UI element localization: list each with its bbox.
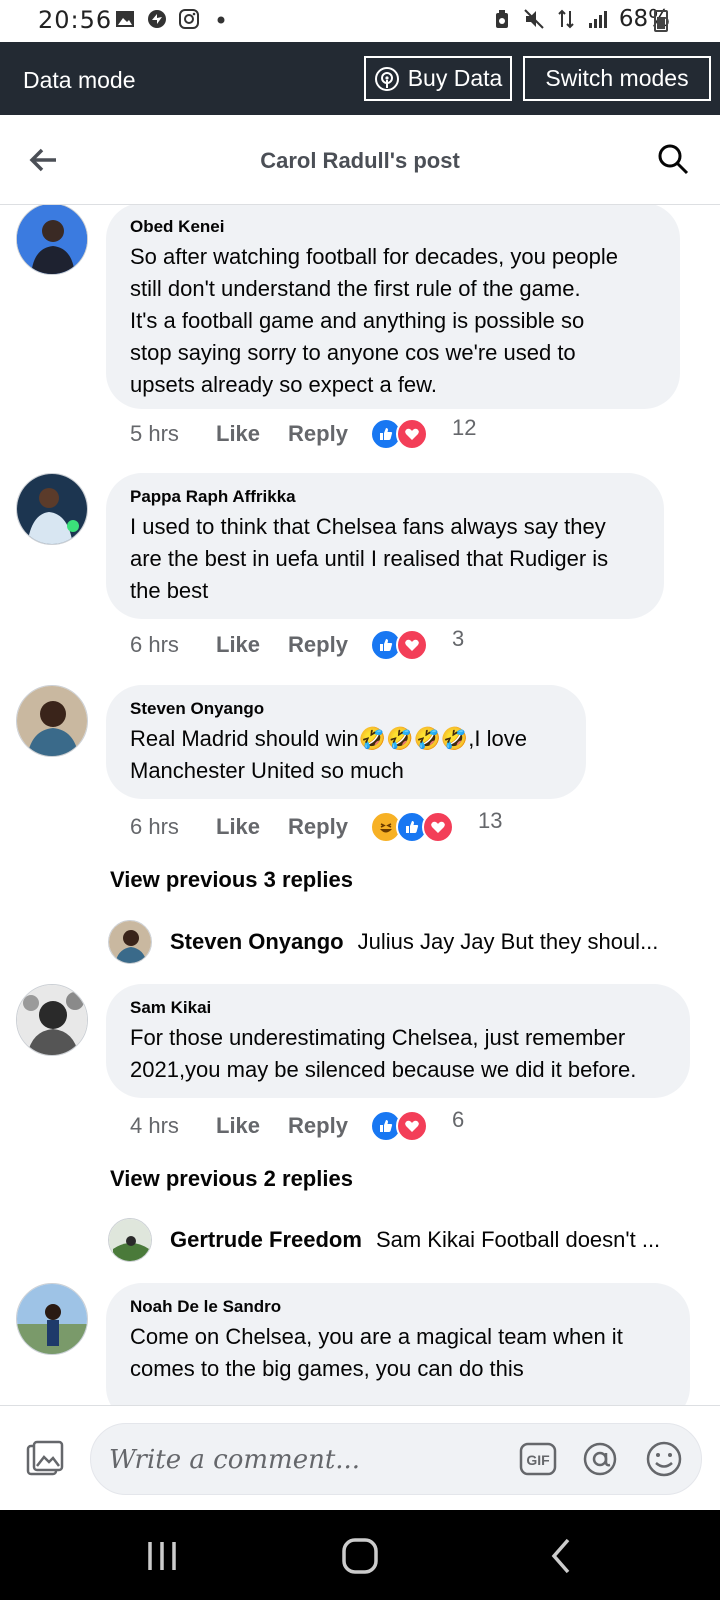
reply-button[interactable]: Reply (288, 421, 348, 447)
avatar[interactable] (108, 1218, 152, 1262)
comment-actions: 4 hrs Like Reply 6 (130, 1107, 465, 1143)
comment-bubble[interactable]: Pappa Raph Affrikka I used to think that… (106, 473, 664, 619)
avatar[interactable] (108, 920, 152, 964)
status-indicators: 68% (491, 6, 670, 32)
comment-composer: GIF (0, 1405, 720, 1510)
status-bar: 20:56 68% (0, 0, 720, 42)
reaction-count: 6 (451, 1107, 465, 1132)
photo-icon[interactable] (26, 1440, 64, 1476)
reply-author[interactable]: Steven Onyango (170, 929, 344, 955)
avatar[interactable] (16, 685, 88, 757)
comment-author[interactable]: Pappa Raph Affrikka (130, 487, 640, 507)
reply-author[interactable]: Gertrude Freedom (170, 1227, 362, 1253)
signal-icon (588, 11, 607, 28)
data-transfer-icon (558, 9, 574, 29)
comment-author[interactable]: Obed Kenei (130, 217, 656, 237)
switch-modes-label: Switch modes (545, 65, 689, 91)
reaction-count: 3 (451, 626, 465, 651)
wireless-icon (374, 66, 399, 91)
app-notification-icon (148, 10, 166, 28)
recent-apps-icon[interactable] (142, 1538, 182, 1574)
comment-text: For those underestimating Chelsea, just … (130, 1025, 637, 1082)
comment-time: 5 hrs (130, 421, 179, 446)
reaction-count: 13 (477, 808, 503, 833)
notification-icons (114, 8, 232, 30)
comment-bubble[interactable]: Noah De le Sandro Come on Chelsea, you a… (106, 1283, 690, 1405)
system-nav-bar (0, 1510, 720, 1600)
view-previous-replies-link[interactable]: View previous 3 replies (110, 867, 353, 893)
post-header: Carol Radull's post (0, 115, 720, 205)
more-notifications-dot-icon (217, 16, 225, 24)
love-reaction-icon (395, 1110, 428, 1142)
gif-button[interactable]: GIF (519, 1440, 557, 1478)
reply-text: Sam Kikai Football doesn't ... (375, 1227, 661, 1252)
comment-time: 6 hrs (130, 814, 179, 839)
data-mode-bar: Data mode Buy Data Switch modes (0, 42, 720, 115)
comment-bubble[interactable]: Sam Kikai For those underestimating Chel… (106, 984, 690, 1098)
comment-text: I used to think that Chelsea fans always… (130, 514, 609, 603)
comment-actions: 6 hrs Like Reply 3 (130, 626, 465, 662)
reactions[interactable]: 13 (369, 808, 503, 843)
comment-text: Come on Chelsea, you are a magical team … (130, 1324, 623, 1381)
search-icon[interactable] (656, 142, 690, 176)
reply-preview[interactable]: Gertrude Freedom Sam Kikai Football does… (108, 1218, 688, 1262)
mention-icon[interactable] (581, 1440, 619, 1478)
reactions[interactable]: 12 (369, 415, 477, 450)
buy-data-button[interactable]: Buy Data (364, 56, 512, 101)
status-time: 20:56 (38, 6, 113, 34)
like-button[interactable]: Like (216, 814, 260, 840)
avatar[interactable] (16, 1283, 88, 1355)
reply-button[interactable]: Reply (288, 814, 348, 840)
love-reaction-icon (421, 811, 454, 843)
back-icon[interactable] (542, 1538, 582, 1574)
mute-icon (524, 9, 544, 29)
home-icon[interactable] (340, 1538, 380, 1574)
comment-author[interactable]: Sam Kikai (130, 998, 666, 1018)
avatar[interactable] (16, 205, 88, 275)
love-reaction-icon (395, 629, 428, 661)
comment-text: Real Madrid should win🤣🤣🤣🤣,I love Manche… (130, 726, 527, 783)
like-button[interactable]: Like (216, 632, 260, 658)
comment-author[interactable]: Noah De le Sandro (130, 1297, 666, 1317)
comment-time: 6 hrs (130, 632, 179, 657)
view-previous-replies-link[interactable]: View previous 2 replies (110, 1166, 353, 1192)
reaction-count: 12 (451, 415, 477, 440)
data-saver-icon (495, 10, 508, 28)
reply-button[interactable]: Reply (288, 632, 348, 658)
data-mode-label: Data mode (23, 67, 136, 93)
battery-icon (654, 10, 668, 32)
gif-label: GIF (526, 1452, 550, 1468)
avatar[interactable] (16, 473, 88, 545)
reply-preview[interactable]: Steven Onyango Julius Jay Jay But they s… (108, 920, 688, 964)
emoji-icon[interactable] (645, 1440, 683, 1478)
reactions[interactable]: 6 (369, 1107, 465, 1142)
comment-time: 4 hrs (130, 1113, 179, 1138)
reply-button[interactable]: Reply (288, 1113, 348, 1139)
like-button[interactable]: Like (216, 1113, 260, 1139)
like-button[interactable]: Like (216, 421, 260, 447)
comment-bubble[interactable]: Steven Onyango Real Madrid should win🤣🤣🤣… (106, 685, 586, 799)
instagram-icon (179, 9, 199, 29)
comments-feed[interactable]: Obed Kenei So after watching football fo… (0, 205, 720, 1405)
page-title: Carol Radull's post (260, 148, 460, 173)
buy-data-label: Buy Data (407, 65, 503, 91)
avatar[interactable] (16, 984, 88, 1056)
comment-author[interactable]: Steven Onyango (130, 699, 562, 719)
reactions[interactable]: 3 (369, 626, 465, 661)
switch-modes-button[interactable]: Switch modes (523, 56, 711, 101)
gallery-icon (116, 11, 134, 27)
comment-bubble[interactable]: Obed Kenei So after watching football fo… (106, 205, 680, 409)
comment-actions: 6 hrs Like Reply 13 (130, 808, 503, 844)
love-reaction-icon (395, 418, 428, 450)
comment-input[interactable] (109, 1440, 489, 1480)
reply-text: Julius Jay Jay But they shoul... (357, 929, 659, 954)
comment-actions: 5 hrs Like Reply 12 (130, 415, 477, 451)
comment-text: So after watching football for decades, … (130, 244, 618, 397)
comment-input-wrapper: GIF (90, 1423, 702, 1495)
